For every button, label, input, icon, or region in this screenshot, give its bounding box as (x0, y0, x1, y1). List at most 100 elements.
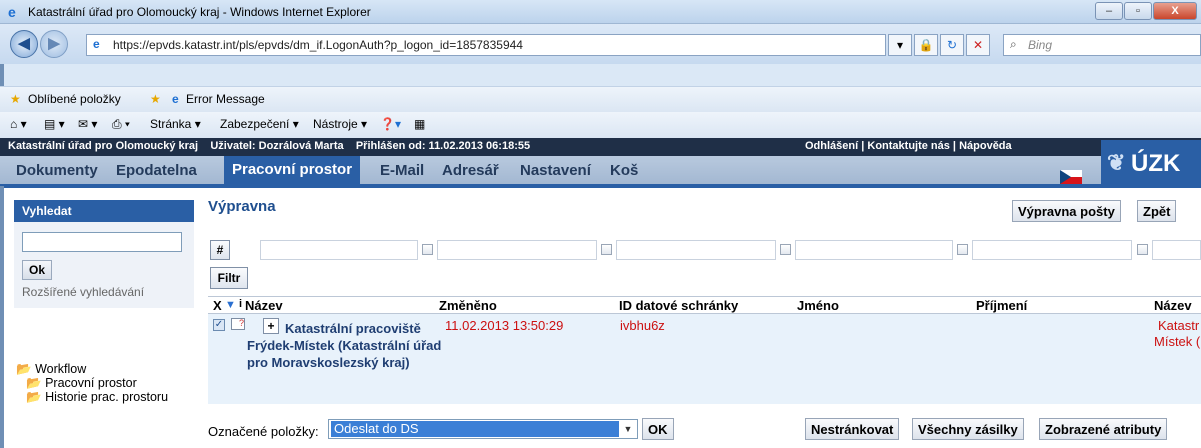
folder-icon: 📂 (16, 362, 32, 376)
research-icon[interactable]: ▦ (414, 117, 425, 131)
col-id-ds[interactable]: ID datové schránky (619, 298, 738, 313)
filter-checkbox[interactable] (780, 244, 791, 255)
marked-ok-button[interactable]: OK (642, 418, 674, 440)
folder-icon: 📂 (26, 376, 42, 390)
security-menu[interactable]: Zabezpečení ▾ (220, 117, 299, 131)
row-zmeneno: 11.02.2013 13:50:29 (445, 318, 564, 333)
print-icon[interactable]: ⎙ ▾ (112, 117, 130, 132)
col-prijmeni[interactable]: Příjmení (976, 298, 1027, 313)
vypravna-posty-button[interactable]: Výpravna pošty (1012, 200, 1121, 222)
filter-input-nazev[interactable] (260, 240, 418, 260)
tree-item-historie[interactable]: 📂 Historie prac. prostoru (26, 390, 168, 405)
window-title: Katastrální úřad pro Olomoucký kraj - Wi… (28, 5, 371, 19)
col-jmeno[interactable]: Jméno (797, 298, 839, 313)
nestrankovat-button[interactable]: Nestránkovat (805, 418, 900, 440)
home-icon[interactable]: ⌂ ▾ (10, 117, 27, 131)
search-icon: ⌕ (1010, 37, 1017, 51)
row-nazev2-cont: Místek ( (1154, 334, 1201, 349)
search-field[interactable]: ⌕ Bing (1003, 34, 1201, 56)
ie-icon: e (8, 4, 16, 20)
col-zmeneno[interactable]: Změněno (439, 298, 497, 313)
vsechny-zasilky-button[interactable]: Všechny zásilky (912, 418, 1024, 440)
tab-email[interactable]: E-Mail (380, 162, 424, 179)
column-chooser-button[interactable]: # (210, 240, 230, 260)
tab-dokumenty[interactable]: Dokumenty (16, 162, 98, 179)
filter-input-id[interactable] (616, 240, 776, 260)
back-button[interactable]: ◀ (10, 30, 38, 58)
filter-checkbox[interactable] (957, 244, 968, 255)
dropdown-icon[interactable]: ▾ (888, 34, 912, 56)
url-text: https://epvds.katastr.int/pls/epvds/dm_i… (113, 38, 523, 52)
filter-input-nazev2[interactable] (1152, 240, 1201, 260)
stop-icon[interactable]: ✕ (966, 34, 990, 56)
marked-items-label: Označené položky: (208, 424, 319, 439)
mail-icon[interactable]: ✉ ▾ (78, 117, 97, 131)
row-id-ds: ivbhu6z (620, 318, 665, 333)
row-nazev2: Katastr (1158, 318, 1200, 333)
czech-flag-icon[interactable] (1060, 170, 1082, 184)
page-menu[interactable]: Stránka ▾ (150, 117, 201, 131)
filter-checkbox[interactable] (1137, 244, 1148, 255)
favorites-star-icon: ★ (10, 92, 21, 106)
command-bar: ⌂ ▾ ▤ ▾ ✉ ▾ ⎙ ▾ Stránka ▾ Zabezpečení ▾ … (0, 112, 1201, 138)
cuzk-logo: ❦ ÚZK (1101, 140, 1201, 186)
marked-action-value: Odeslat do DS (331, 421, 619, 437)
header-links[interactable]: Odhlášení | Kontaktujte nás | Nápověda (805, 140, 1012, 152)
row-nazev[interactable]: Katastrální pracoviště Frýdek-Místek (Ka… (247, 320, 457, 371)
refresh-icon[interactable]: ↻ (940, 34, 964, 56)
col-nazev[interactable]: Název (245, 298, 283, 313)
address-field[interactable]: e https://epvds.katastr.int/pls/epvds/dm… (86, 34, 886, 56)
search-panel-title: Vyhledat (14, 200, 194, 222)
minimize-button[interactable]: – (1095, 2, 1123, 20)
filter-checkbox[interactable] (601, 244, 612, 255)
filter-input-zmeneno[interactable] (437, 240, 597, 260)
table-header: X ▼ i Název Změněno ID datové schránky J… (208, 296, 1201, 314)
page-title: Výpravna (208, 198, 276, 215)
zobrazene-atributy-button[interactable]: Zobrazené atributy (1039, 418, 1168, 440)
tab-nastaveni[interactable]: Nastavení (520, 162, 591, 179)
folder-icon: 📂 (26, 390, 42, 404)
forward-button[interactable]: ▶ (40, 30, 68, 58)
add-favorite-icon[interactable]: ★ (150, 92, 161, 106)
filter-input-prijmeni[interactable] (972, 240, 1132, 260)
user-info: Katastrální úřad pro Olomoucký kraj Uživ… (8, 140, 531, 152)
tab-epodatelna[interactable]: Epodatelna (116, 162, 197, 179)
marked-action-select[interactable]: Odeslat do DS ▼ (328, 419, 638, 439)
help-icon[interactable]: ❓▾ (380, 117, 401, 131)
row-checkbox[interactable]: ✓ (213, 319, 225, 331)
page-icon: e (93, 37, 100, 51)
message-icon: ? (231, 318, 245, 330)
col-i[interactable]: i (239, 298, 242, 310)
tree-workflow[interactable]: 📂 Workflow (16, 362, 86, 377)
search-placeholder: Bing (1028, 38, 1053, 52)
tab-adresar[interactable]: Adresář (442, 162, 499, 179)
tree-item-pracovni-prostor[interactable]: 📂 Pracovní prostor (26, 376, 137, 391)
feeds-icon[interactable]: ▤ ▾ (44, 117, 65, 131)
close-button[interactable]: X (1153, 2, 1197, 20)
main-menu: Dokumenty Epodatelna Pracovní prostor E-… (0, 156, 1201, 186)
tab-pracovni-prostor[interactable]: Pracovní prostor (224, 156, 361, 186)
maximize-button[interactable]: ▫ (1124, 2, 1152, 20)
address-toolbar: ◀ ▶ e https://epvds.katastr.int/pls/epvd… (0, 24, 1201, 64)
filter-button[interactable]: Filtr (210, 267, 248, 289)
favorites-button[interactable]: Oblíbené položky (28, 92, 121, 106)
back-link-button[interactable]: Zpět (1137, 200, 1177, 222)
sidebar-search-input[interactable] (22, 232, 182, 252)
filter-checkbox[interactable] (422, 244, 433, 255)
app-header: Katastrální úřad pro Olomoucký kraj Uživ… (0, 138, 1201, 156)
lock-icon[interactable]: 🔒 (914, 34, 938, 56)
title-bar: e Katastrální úřad pro Olomoucký kraj - … (0, 0, 1201, 24)
tab-page-icon: e (172, 92, 179, 106)
favorites-bar: ★ Oblíbené položky ★ e Error Message (0, 86, 1201, 112)
error-message-tab[interactable]: Error Message (186, 92, 265, 106)
col-x[interactable]: X (213, 298, 222, 313)
tools-menu[interactable]: Nástroje ▾ (313, 117, 367, 131)
sort-desc-icon[interactable]: ▼ (225, 299, 236, 311)
logo-emblem-icon: ❦ (1107, 150, 1126, 175)
tab-kos[interactable]: Koš (610, 162, 638, 179)
col-nazev2[interactable]: Název (1154, 298, 1192, 313)
advanced-search-link[interactable]: Rozšířené vyhledávání (22, 285, 144, 299)
sidebar-search-ok-button[interactable]: Ok (22, 260, 52, 280)
filter-input-jmeno[interactable] (795, 240, 953, 260)
chevron-down-icon: ▼ (623, 424, 633, 434)
